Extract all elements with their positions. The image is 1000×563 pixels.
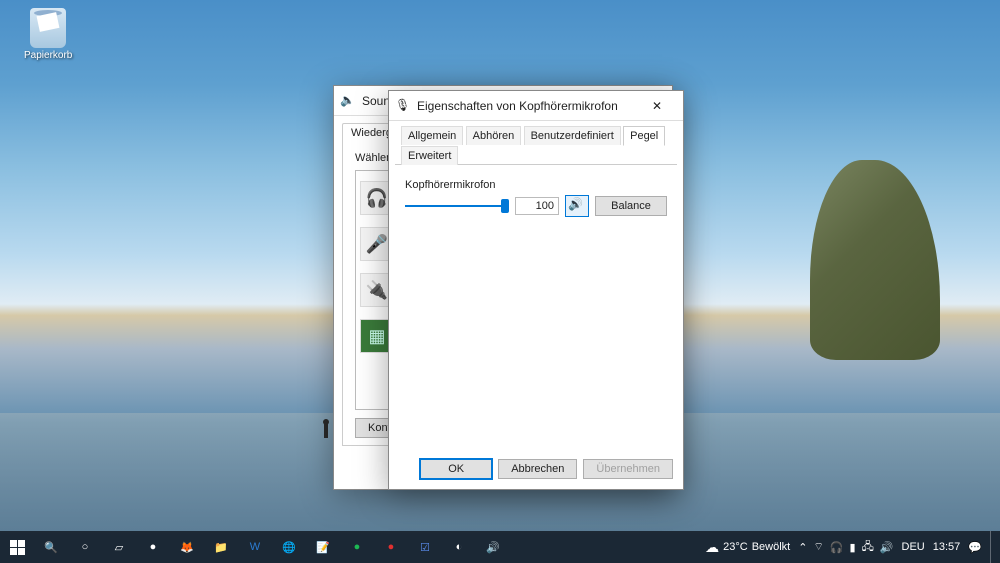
notifications-icon[interactable]: 💬 bbox=[968, 541, 982, 554]
network-icon[interactable]: 🖧 bbox=[862, 538, 874, 557]
wallpaper-rock bbox=[810, 160, 940, 360]
cancel-button[interactable]: Abbrechen bbox=[498, 459, 577, 479]
app-firefox[interactable]: 🦊 bbox=[170, 531, 204, 563]
app-spotify[interactable]: ● bbox=[340, 531, 374, 563]
wifi-icon[interactable]: ⌔ bbox=[813, 540, 823, 554]
taskbar[interactable]: 🔍 ○ ▱ ● 🦊 📁 W 🌐 📝 ● ● ☑ ◐ 🔊 ☁ 23°C Bewöl… bbox=[0, 531, 1000, 563]
level-label: Kopfhörermikrofon bbox=[405, 179, 667, 191]
headphone-icon[interactable]: 🎧 bbox=[830, 541, 844, 554]
weather-temp: 23°C bbox=[723, 541, 748, 553]
ok-button[interactable]: OK bbox=[420, 459, 492, 479]
search-button[interactable]: 🔍 bbox=[34, 531, 68, 563]
recycle-bin-icon[interactable]: Papierkorb bbox=[24, 8, 72, 61]
speaker-icon: 🔈 bbox=[340, 93, 356, 109]
app-word[interactable]: W bbox=[238, 531, 272, 563]
desktop[interactable]: Papierkorb 🔈 Sound ✕ Wiedergabe Wählen S… bbox=[0, 0, 1000, 563]
trash-icon bbox=[30, 8, 66, 48]
app-edge[interactable]: 🌐 bbox=[272, 531, 306, 563]
volume-icon[interactable]: 🔊 bbox=[880, 541, 894, 554]
clock[interactable]: 13:57 bbox=[933, 541, 961, 553]
recycle-bin-label: Papierkorb bbox=[24, 50, 72, 61]
weather-text: Bewölkt bbox=[752, 541, 791, 553]
app-todo[interactable]: ☑ bbox=[408, 531, 442, 563]
apply-button: Übernehmen bbox=[583, 459, 673, 479]
props-title: Eigenschaften von Kopfhörermikrofon bbox=[417, 99, 637, 113]
tab-benutzerdefiniert[interactable]: Benutzerdefiniert bbox=[524, 126, 621, 145]
level-slider[interactable] bbox=[405, 197, 509, 215]
balance-button[interactable]: Balance bbox=[595, 196, 667, 216]
props-tabs: Allgemein Abhören Benutzerdefiniert Pege… bbox=[395, 121, 677, 165]
taskview-button[interactable]: ▱ bbox=[102, 531, 136, 563]
tab-abhoeren[interactable]: Abhören bbox=[466, 126, 522, 145]
cloud-icon: ☁ bbox=[705, 539, 719, 556]
windows-icon bbox=[10, 540, 25, 555]
app-notes[interactable]: 📝 bbox=[306, 531, 340, 563]
battery-icon[interactable]: ▮ bbox=[850, 541, 856, 554]
wallpaper-runner bbox=[320, 419, 332, 443]
language-indicator[interactable]: DEU bbox=[902, 541, 925, 553]
cortana-button[interactable]: ○ bbox=[68, 531, 102, 563]
close-icon[interactable]: ✕ bbox=[637, 92, 677, 120]
props-body: Kopfhörermikrofon 100 Balance bbox=[389, 165, 683, 475]
properties-window[interactable]: 🎙 Eigenschaften von Kopfhörermikrofon ✕ … bbox=[388, 90, 684, 490]
tab-pegel[interactable]: Pegel bbox=[623, 126, 665, 146]
tab-allgemein[interactable]: Allgemein bbox=[401, 126, 463, 145]
tab-erweitert[interactable]: Erweitert bbox=[401, 146, 458, 165]
start-button[interactable] bbox=[0, 531, 34, 563]
mic-icon: 🎙 bbox=[395, 98, 411, 114]
app-chrome[interactable]: ● bbox=[136, 531, 170, 563]
app-sound[interactable]: 🔊 bbox=[476, 531, 510, 563]
show-desktop-button[interactable] bbox=[990, 531, 996, 563]
mute-button[interactable] bbox=[565, 195, 589, 217]
weather-widget[interactable]: ☁ 23°C Bewölkt bbox=[705, 539, 790, 556]
chevron-up-icon[interactable]: ⌃ bbox=[798, 541, 807, 554]
props-titlebar[interactable]: 🎙 Eigenschaften von Kopfhörermikrofon ✕ bbox=[389, 91, 683, 121]
app-explorer[interactable]: 📁 bbox=[204, 531, 238, 563]
level-value[interactable]: 100 bbox=[515, 197, 559, 215]
app-tool[interactable]: ◐ bbox=[442, 531, 476, 563]
app-rec[interactable]: ● bbox=[374, 531, 408, 563]
props-footer: OK Abbrechen Übernehmen bbox=[420, 459, 673, 479]
system-tray[interactable]: ⌃ ⌔ 🎧 ▮ 🖧 🔊 bbox=[798, 538, 893, 557]
speaker-icon bbox=[570, 199, 584, 213]
